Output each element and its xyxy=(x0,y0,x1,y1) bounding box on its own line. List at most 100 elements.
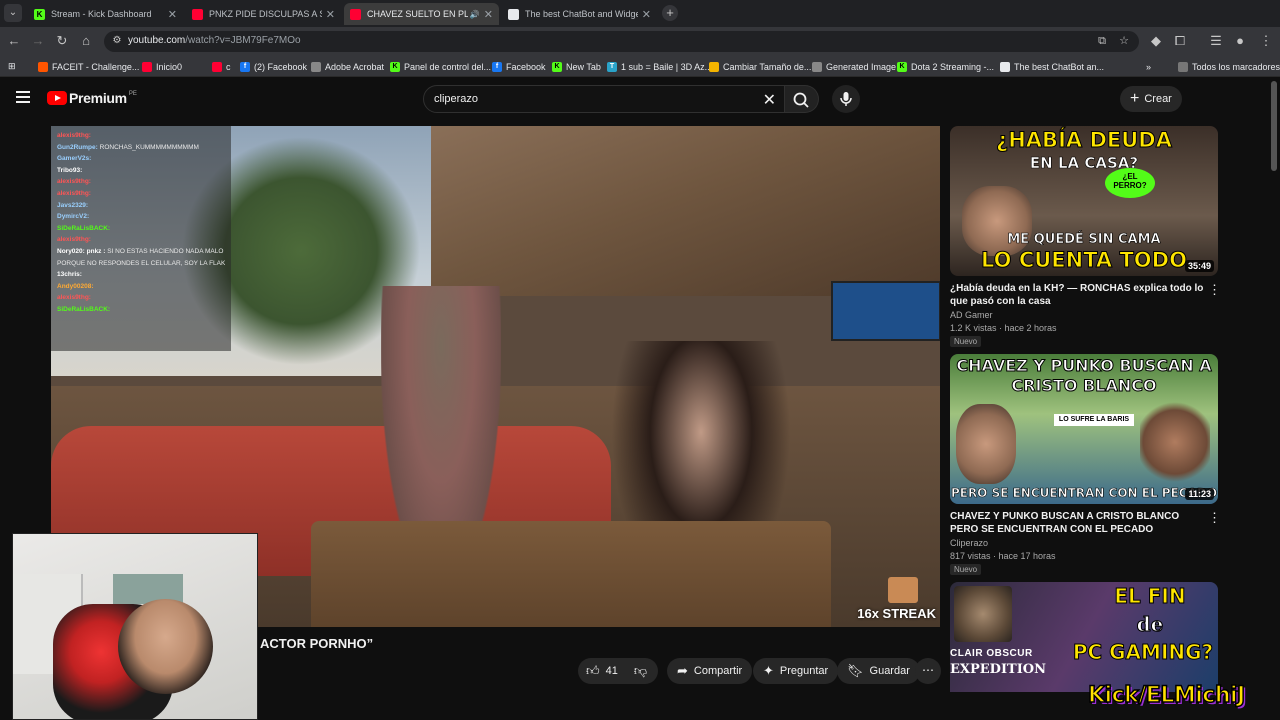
video-meta: 817 vistas · hace 17 horas xyxy=(950,551,1056,561)
thumbs-down-icon[interactable]: 👎︎ xyxy=(634,663,647,679)
chatbot-favicon-icon xyxy=(508,8,519,20)
chat-username: GamerV2s: xyxy=(57,155,92,163)
bookmarks-overflow-chevron-icon[interactable]: » xyxy=(1146,60,1151,73)
bookmark-star-icon[interactable]: ☆ xyxy=(1117,34,1131,48)
video-duration: 35:49 xyxy=(1184,260,1214,272)
bookmark-panel-control[interactable]: K Panel de control del... xyxy=(390,60,491,73)
save-button[interactable]: 🔖︎ Guardar xyxy=(837,658,920,684)
voice-search-button[interactable] xyxy=(832,85,860,113)
chat-message: alexis9thg: xyxy=(57,188,225,200)
bookmark-facebook-2[interactable]: f (2) Facebook xyxy=(240,60,307,73)
bookmark-cambiar-tamano[interactable]: Cambiar Tamaño de... xyxy=(709,60,811,73)
url-text[interactable]: youtube.com/watch?v=JBM79Fe7MOo xyxy=(128,35,301,46)
chat-message: alexis9thg: xyxy=(57,292,225,304)
forward-arrow-icon[interactable]: → xyxy=(30,33,46,49)
thumbnail-text: CHAVEZ Y PUNKO BUSCAN A xyxy=(956,356,1212,376)
bookmark-dota2-streaming[interactable]: K Dota 2 Streaming -... xyxy=(897,60,994,73)
video-thumbnail[interactable]: CHAVEZ Y PUNKO BUSCAN A CRISTO BLANCO LO… xyxy=(950,354,1218,504)
youtube-logo[interactable]: Premium PE xyxy=(47,90,137,106)
bookmark-label: Dota 2 Streaming -... xyxy=(911,61,995,72)
recommended-video[interactable]: ¿HABÍA DEUDA EN LA CASA? ¿EL PERRO? ME Q… xyxy=(950,126,1221,356)
create-button[interactable]: + Crear xyxy=(1120,86,1182,112)
like-count[interactable]: 41 xyxy=(606,665,618,677)
youtube-page: Premium PE cliperazo ✕ + Crear alexis9th… xyxy=(0,77,1280,720)
search-input[interactable]: cliperazo ✕ xyxy=(423,85,785,113)
bookmark-best-chatbot[interactable]: The best ChatBot an... xyxy=(1000,60,1104,73)
home-icon[interactable]: ⌂ xyxy=(78,33,94,49)
browser-tab-strip: ⌄ K Stream - Kick Dashboard ✕ PNKZ PIDE … xyxy=(0,0,1280,27)
bookmark-facebook[interactable]: f Facebook xyxy=(492,60,546,73)
tab-kick-dashboard[interactable]: K Stream - Kick Dashboard ✕ xyxy=(28,3,183,25)
apps-grid-icon[interactable]: ⊞ xyxy=(8,60,16,73)
tab-close-icon[interactable]: ✕ xyxy=(168,8,177,21)
bookmark-label: FACEIT - Challenge... xyxy=(52,61,140,72)
video-options-icon[interactable]: ⋮ xyxy=(1208,510,1221,526)
bookmark-label: Generated Image xyxy=(826,61,897,72)
faceit-icon xyxy=(38,61,48,72)
kick-icon: K xyxy=(897,61,907,72)
bookmark-faceit[interactable]: FACEIT - Challenge... xyxy=(38,60,139,73)
ask-label: Preguntar xyxy=(779,665,829,677)
chat-username: Javs2329: xyxy=(57,201,89,209)
bookmark-label: Panel de control del... xyxy=(404,61,492,72)
recommended-video[interactable]: CLAIR OBSCUR EXPEDITION EL FIN de PC GAM… xyxy=(950,582,1218,692)
bookmark-adobe-acrobat[interactable]: Adobe Acrobat xyxy=(311,60,384,73)
channel-name[interactable]: AD Gamer xyxy=(950,310,993,320)
new-tab-plus-icon[interactable]: + xyxy=(662,5,678,21)
video-thumbnail[interactable]: ¿HABÍA DEUDA EN LA CASA? ¿EL PERRO? ME Q… xyxy=(950,126,1218,276)
tab-chavez-video[interactable]: CHAVEZ SUELTO EN PLAZA 🔊 ✕ xyxy=(344,3,499,25)
new-badge: Nuevo xyxy=(950,336,982,347)
chat-username: Andy00208: xyxy=(57,282,94,290)
chat-message: PORQUE NO RESPONDES EL CELULAR, SOY LA F… xyxy=(57,258,225,270)
chat-username: SiDeRaLisBACK: xyxy=(57,305,111,313)
tab-close-icon[interactable]: ✕ xyxy=(642,8,651,21)
omnibox[interactable]: ⚙ youtube.com/watch?v=JBM79Fe7MOo ⧉ ☆ xyxy=(104,31,1139,52)
tab-chatbot-widgets[interactable]: The best ChatBot and Widgets ✕ xyxy=(502,3,657,25)
recommended-video-title[interactable]: CHAVEZ Y PUNKO BUSCAN A CRISTO BLANCO PE… xyxy=(950,510,1206,536)
video-options-icon[interactable]: ⋮ xyxy=(1208,282,1221,298)
thumbs-up-icon[interactable]: 👍︎ xyxy=(586,663,600,679)
extension-diamond-icon[interactable]: ◆ xyxy=(1148,33,1164,49)
video-meta: 1.2 K vistas · hace 2 horas xyxy=(950,323,1057,333)
chat-message: GamerV2s: xyxy=(57,153,225,165)
back-arrow-icon[interactable]: ← xyxy=(6,33,22,49)
tab-title: Stream - Kick Dashboard xyxy=(51,9,152,19)
globe-icon xyxy=(311,61,321,72)
guide-menu-icon[interactable] xyxy=(16,91,30,103)
bookmark-label: Cambiar Tamaño de... xyxy=(723,61,812,72)
bookmark-c[interactable]: c xyxy=(212,60,231,73)
bookmark-1-sub-baile[interactable]: T 1 sub = Baile | 3D Az... xyxy=(607,60,712,73)
site-info-icon[interactable]: ⚙ xyxy=(110,34,124,48)
video-thumbnail[interactable]: CLAIR OBSCUR EXPEDITION EL FIN de PC GAM… xyxy=(950,582,1218,692)
thumbnail-text: ME QUEDÉ SIN CAMA xyxy=(1007,232,1161,248)
tab-close-icon[interactable]: ✕ xyxy=(326,8,335,21)
chat-message: Nory020: pnkz : SI NO ESTAS HACIENDO NAD… xyxy=(57,246,225,258)
tab-search-chevron-icon[interactable]: ⌄ xyxy=(4,4,22,22)
chat-message: alexis9thg: xyxy=(57,176,225,188)
t-icon: T xyxy=(607,61,617,72)
bookmark-label: Adobe Acrobat xyxy=(325,61,385,72)
save-label: Guardar xyxy=(869,665,910,677)
install-app-icon[interactable]: ⧉ xyxy=(1095,34,1109,48)
bookmark-new-tab[interactable]: K New Tab xyxy=(552,60,601,73)
chat-message: SiDeRaLisBACK: xyxy=(57,304,225,316)
bookmark-inicio[interactable]: Inicio0 xyxy=(142,60,182,73)
recommended-video[interactable]: CHAVEZ Y PUNKO BUSCAN A CRISTO BLANCO LO… xyxy=(950,354,1221,584)
ask-button[interactable]: ✦ Preguntar xyxy=(753,658,839,684)
more-actions-icon[interactable]: ⋯ xyxy=(915,658,941,684)
thumbnail-text: EXPEDITION xyxy=(950,662,1046,677)
bookmark-generated-image[interactable]: Generated Image xyxy=(812,60,896,73)
reload-icon[interactable]: ↻ xyxy=(54,33,70,49)
kick-favicon-icon: K xyxy=(34,8,45,20)
chat-message: Tribo93: xyxy=(57,165,225,177)
search-query-text[interactable]: cliperazo xyxy=(434,93,478,105)
clear-search-icon[interactable]: ✕ xyxy=(763,90,776,110)
tab-close-icon[interactable]: ✕ xyxy=(484,8,493,21)
recommended-video-title[interactable]: ¿Había deuda en la KH? — RONCHAS explica… xyxy=(950,282,1206,308)
page-scrollbar[interactable] xyxy=(1268,77,1280,720)
share-button[interactable]: ➦ Compartir xyxy=(667,658,753,684)
search-button[interactable] xyxy=(785,85,819,113)
speaker-icon[interactable]: 🔊 xyxy=(470,10,480,19)
tab-pnkz-video[interactable]: PNKZ PIDE DISCULPAS A SU FA ✕ xyxy=(186,3,341,25)
channel-name[interactable]: Cliperazo xyxy=(950,538,988,548)
